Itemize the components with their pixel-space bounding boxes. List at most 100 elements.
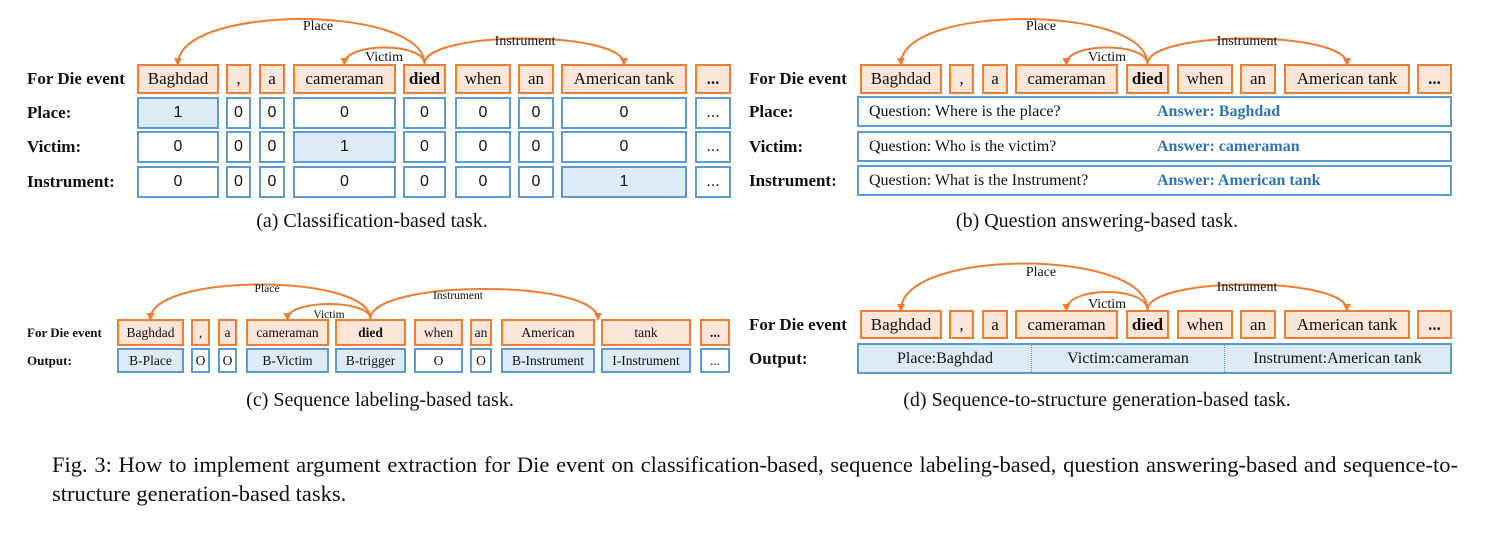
a-token: Baghdad xyxy=(137,64,219,94)
c-arc-label-place: Place xyxy=(255,283,280,295)
d-arc-label-place: Place xyxy=(1026,265,1056,280)
a-row-label: Place: xyxy=(27,103,72,122)
a-cell: 0 xyxy=(403,97,446,129)
a-cell: 0 xyxy=(455,166,511,198)
c-label-cell: O xyxy=(218,348,237,373)
c-label-cell: O xyxy=(414,348,463,373)
b-arc-label-place: Place xyxy=(1026,19,1056,34)
c-token: , xyxy=(191,319,210,346)
a-cell: 1 xyxy=(137,97,219,129)
c-label-cell: O xyxy=(191,348,210,373)
d-token: when xyxy=(1177,310,1233,339)
a-row-label: Instrument: xyxy=(27,172,115,191)
a-token: , xyxy=(226,64,251,94)
c-token: died xyxy=(335,319,406,346)
d-token: died xyxy=(1126,310,1169,339)
d-token: a xyxy=(982,310,1008,339)
a-cell: 0 xyxy=(226,166,251,198)
a-caption: (a) Classification-based task. xyxy=(256,210,488,232)
a-cell: 0 xyxy=(226,97,251,129)
d-token: , xyxy=(949,310,974,339)
d-token: Baghdad xyxy=(860,310,942,339)
a-cell: 1 xyxy=(293,131,396,163)
a-cell: 0 xyxy=(259,166,285,198)
c-label-cell: B-trigger xyxy=(335,348,406,373)
a-cell: 0 xyxy=(455,97,511,129)
b-question: Question: Where is the place? xyxy=(869,102,1061,120)
a-cell: 0 xyxy=(293,166,396,198)
c-label-cell: I-Instrument xyxy=(601,348,691,373)
a-cell: 0 xyxy=(226,131,251,163)
d-output-box: Place:Baghdad Victim:cameraman Instrument:… xyxy=(857,343,1452,374)
b-event-label: For Die event xyxy=(749,69,847,88)
a-cell: ... xyxy=(695,97,731,129)
a-cell: 0 xyxy=(259,131,285,163)
a-cell: 0 xyxy=(518,131,554,163)
d-output-segment: Victim:cameraman xyxy=(1032,345,1225,372)
b-question-row: Question: Who is the victim? Answer: came… xyxy=(857,131,1452,162)
a-cell: 0 xyxy=(455,131,511,163)
d-arc-label-instrument: Instrument xyxy=(1217,280,1278,295)
c-label-cell: B-Victim xyxy=(246,348,329,373)
c-token: American xyxy=(501,319,595,346)
b-token: a xyxy=(982,64,1008,94)
c-arc-label-instrument: Instrument xyxy=(433,290,484,302)
d-output-segment: Place:Baghdad xyxy=(859,345,1032,372)
c-token: cameraman xyxy=(246,319,329,346)
a-cell: 0 xyxy=(403,131,446,163)
b-row-label: Place: xyxy=(749,101,794,121)
c-token: an xyxy=(470,319,492,346)
b-question: Question: Who is the victim? xyxy=(869,137,1057,155)
a-cell: 0 xyxy=(518,97,554,129)
d-token: cameraman xyxy=(1015,310,1118,339)
a-cell: ... xyxy=(695,166,731,198)
c-caption: (c) Sequence labeling-based task. xyxy=(246,389,514,411)
a-cell: 0 xyxy=(518,166,554,198)
b-question: Question: What is the Instrument? xyxy=(869,171,1089,189)
a-token: cameraman xyxy=(293,64,396,94)
c-token: when xyxy=(414,319,463,346)
d-caption: (d) Sequence-to-structure generation-bas… xyxy=(903,389,1291,411)
b-token: Baghdad xyxy=(860,64,942,94)
b-arc-label-instrument: Instrument xyxy=(1217,34,1278,49)
figure-caption: Fig. 3: How to implement argument extrac… xyxy=(52,452,1458,506)
b-token: ... xyxy=(1417,64,1452,94)
a-token: when xyxy=(455,64,511,94)
a-cell: ... xyxy=(695,131,731,163)
a-cell: 0 xyxy=(403,166,446,198)
d-token: an xyxy=(1240,310,1276,339)
c-label-cell: O xyxy=(470,348,492,373)
a-cell: 0 xyxy=(137,131,219,163)
a-arc-label-instrument: Instrument xyxy=(495,34,556,49)
d-output-segment: Instrument:American tank xyxy=(1253,349,1422,367)
d-token: American tank xyxy=(1284,310,1410,339)
c-label-cell: B-Instrument xyxy=(501,348,595,373)
b-arc-label-victim: Victim xyxy=(1088,50,1126,65)
a-cell: 0 xyxy=(561,131,687,163)
b-row-label: Victim: xyxy=(749,136,804,156)
a-cell: 0 xyxy=(137,166,219,198)
b-token: cameraman xyxy=(1015,64,1118,94)
b-answer: Answer: cameraman xyxy=(1157,137,1300,155)
c-token: Baghdad xyxy=(117,319,184,346)
c-arc-instrument xyxy=(369,288,602,321)
a-token: died xyxy=(403,64,446,94)
b-token: when xyxy=(1177,64,1233,94)
a-cell: 0 xyxy=(561,97,687,129)
d-output-label: Output: xyxy=(749,348,808,368)
a-event-label: For Die event xyxy=(27,69,125,88)
a-cell: 0 xyxy=(293,97,396,129)
d-event-label: For Die event xyxy=(749,314,847,334)
a-arc-label-place: Place xyxy=(303,19,333,34)
b-answer: Answer: American tank xyxy=(1157,171,1321,189)
d-token: ... xyxy=(1417,310,1452,339)
b-row-label: Instrument: xyxy=(749,170,837,190)
b-token: died xyxy=(1126,64,1169,94)
c-label-cell: B-Place xyxy=(117,348,184,373)
a-token: an xyxy=(518,64,554,94)
c-output-label: Output: xyxy=(27,352,72,368)
a-cell: 1 xyxy=(561,166,687,198)
a-cell: 0 xyxy=(259,97,285,129)
c-label-cell: ... xyxy=(700,348,730,373)
b-question-row: Question: What is the Instrument? Answer:… xyxy=(857,165,1452,196)
